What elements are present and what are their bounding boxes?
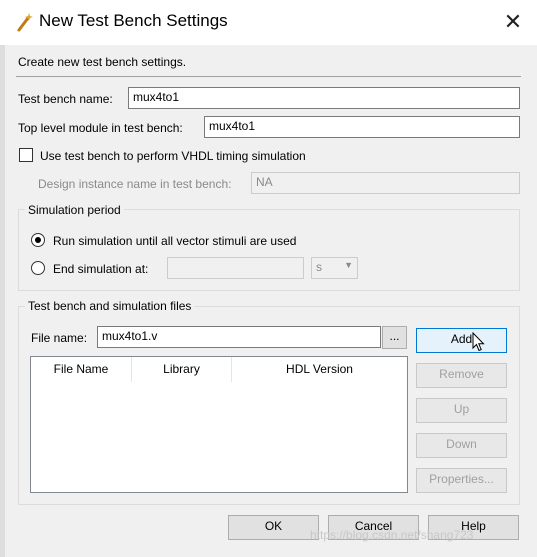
watermark: https://blog.csdn.net/shang723 — [310, 528, 474, 542]
wand-icon — [16, 12, 34, 32]
time-unit-select[interactable]: s ▼ — [311, 257, 358, 279]
end-simulation-label: End simulation at: — [53, 262, 149, 276]
up-button[interactable]: Up — [416, 398, 507, 423]
top-level-module-label: Top level module in test bench: — [18, 121, 183, 135]
add-button-label: Add — [450, 332, 473, 346]
top-level-module-input[interactable]: mux4to1 — [204, 116, 520, 138]
window-title: New Test Bench Settings — [39, 11, 228, 30]
column-header-library[interactable]: Library — [132, 357, 231, 382]
simulation-files-title: Test bench and simulation files — [25, 299, 195, 313]
close-icon: ✕ — [503, 9, 523, 34]
properties-button[interactable]: Properties... — [416, 468, 507, 493]
remove-button[interactable]: Remove — [416, 363, 507, 388]
file-name-label: File name: — [31, 331, 88, 345]
ok-button[interactable]: OK — [228, 515, 319, 540]
files-table[interactable]: File Name Library HDL Version — [30, 356, 408, 493]
file-name-input[interactable]: mux4to1.v — [97, 326, 381, 348]
dialog-subtitle: Create new test bench settings. — [18, 55, 187, 69]
column-header-hdl-version[interactable]: HDL Version — [232, 357, 407, 382]
add-button[interactable]: Add — [416, 328, 507, 353]
simulation-period-title: Simulation period — [25, 203, 124, 217]
close-button[interactable]: ✕ — [496, 6, 530, 38]
run-until-stimuli-label: Run simulation until all vector stimuli … — [53, 234, 297, 248]
chevron-down-icon: ▼ — [344, 260, 353, 270]
column-header-file-name[interactable]: File Name — [31, 357, 131, 382]
run-until-stimuli-radio[interactable] — [31, 233, 45, 247]
mouse-cursor-icon — [472, 331, 486, 352]
browse-button[interactable]: ... — [382, 326, 407, 349]
vhdl-timing-label: Use test bench to perform VHDL timing si… — [40, 149, 306, 163]
time-unit-value: s — [316, 260, 322, 274]
down-button[interactable]: Down — [416, 433, 507, 458]
design-instance-input[interactable]: NA — [251, 172, 520, 194]
test-bench-name-input[interactable]: mux4to1 — [128, 87, 520, 109]
background-window-edge — [0, 45, 5, 557]
design-instance-label: Design instance name in test bench: — [38, 177, 232, 191]
header-separator — [16, 76, 521, 77]
end-simulation-time-input[interactable] — [167, 257, 304, 279]
radio-selected-dot — [35, 237, 41, 243]
test-bench-name-label: Test bench name: — [18, 92, 113, 106]
vhdl-timing-checkbox[interactable] — [19, 148, 33, 162]
end-simulation-radio[interactable] — [31, 261, 45, 275]
